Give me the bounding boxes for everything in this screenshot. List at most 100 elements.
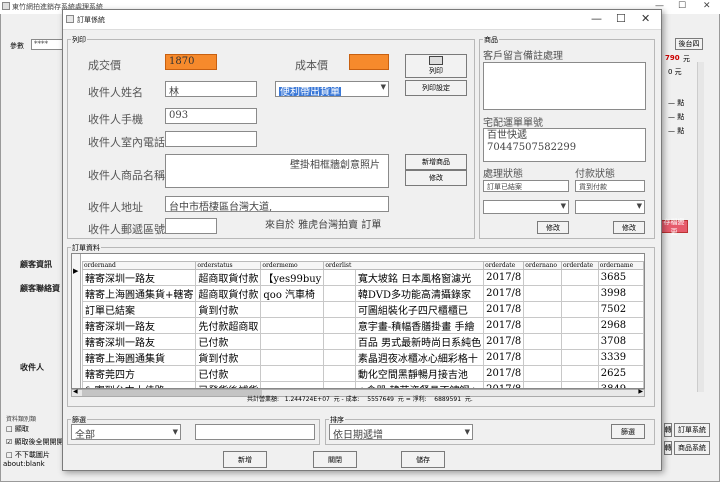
table-cell[interactable]: qoo 汽車椅 [260,285,325,302]
table-cell[interactable] [260,317,325,334]
table-cell[interactable]: 3998 [597,285,644,302]
table-cell[interactable]: 轄寄上海圓通集貨+轄寄 [81,285,197,302]
table-cell[interactable] [323,333,356,350]
print-button[interactable]: 列印 [405,54,467,78]
column-header[interactable]: ordernand [81,261,197,270]
table-cell[interactable]: +食器 韓花瓷餐具不鏽鋼+ [354,381,485,388]
shipping-no-input[interactable]: 百世快遞 70447507582299 [483,128,646,162]
save-button[interactable]: 儲存 [401,451,445,468]
filter-text-input[interactable] [195,424,315,440]
table-cell[interactable] [560,317,599,334]
param-input[interactable]: **** [31,39,63,50]
table-cell[interactable]: 超商取貨付款 [195,269,262,286]
table-cell[interactable]: 超商取貨付款 [195,285,262,302]
table-cell[interactable] [560,301,599,318]
table-cell[interactable]: 2017/8 [483,301,525,318]
table-cell[interactable] [260,365,325,382]
payment-status-select[interactable]: ▼ [575,200,645,214]
scroll-left-icon[interactable]: ◀ [73,388,78,395]
table-cell[interactable]: 百品 男式最新時尚日系純色 [354,333,485,350]
save-changes-button[interactable]: 存檔變更 [660,218,688,236]
table-cell[interactable] [560,285,599,302]
table-cell[interactable]: 可圖組裝化子四尺櫃櫃已 [354,301,485,318]
check-item[interactable]: □ 顯取 [6,424,29,434]
print-settings-button[interactable]: 列印設定 [405,80,467,96]
table-cell[interactable] [523,365,562,382]
table-cell[interactable] [560,333,599,350]
edit-product-button[interactable]: 修改 [405,170,467,186]
table-cell[interactable]: 訂單已結案 [81,301,197,318]
column-header[interactable]: orderlist [323,261,485,270]
table-cell[interactable]: 2017/8 [483,285,525,302]
dialog-minimize-icon[interactable]: — [591,12,602,25]
table-cell[interactable] [523,317,562,334]
table-cell[interactable]: 轄寄上海圓通集貨 [81,349,197,366]
new-product-button[interactable]: 新增商品 [405,154,467,170]
table-cell[interactable] [323,269,356,286]
table-cell[interactable]: 2017/8 [483,365,525,382]
maximize-icon[interactable]: ☐ [678,1,686,11]
table-row[interactable]: 轄寄深圳一路友 先付款超商取 意宇畫-積幅香膳掛畫 手繪 2017/8 2968 [81,317,644,334]
table-cell[interactable] [523,349,562,366]
table-cell[interactable]: 意宇畫-積幅香膳掛畫 手繪 [354,317,485,334]
table-cell[interactable]: 貨到付款 [195,301,262,318]
shipping-method-select[interactable]: 便利帶出貨單 ▼ [275,81,389,97]
table-cell[interactable]: 3339 [597,349,644,366]
table-row[interactable]: 轄寄上海圓通集貨 貨到付款 素晶週夜冰櫃冰心細彩格十 2017/8 3339 [81,349,644,366]
table-row[interactable]: 轄寄深圳一路友 超商取貨付款 【yes99buy 寬大坡銘 日本風格窗濾光 2017/8… [81,269,644,286]
column-header[interactable]: orderdate [560,261,599,270]
table-cell[interactable] [560,269,599,286]
table-row[interactable]: 訂單已結案 貨到付款 可圖組裝化子四尺櫃櫃已 2017/8 7502 [81,301,644,318]
table-cell[interactable]: 3708 [597,333,644,350]
table-cell[interactable]: 先付款超商取 [195,317,262,334]
orders-grid[interactable]: ▶ ordernand orderstatus ordermemo orderl… [71,253,645,389]
table-cell[interactable] [523,269,562,286]
back-office-tab[interactable]: 後台四 [675,38,703,50]
scroll-right-icon[interactable]: ▶ [638,388,643,395]
zipcode-input[interactable] [165,218,217,234]
table-row[interactable]: fa寄到台中大佳路已發貨後補貨 +食器 韓花瓷餐具不鏽鋼+2017/8 3849 [81,381,644,388]
table-cell[interactable] [560,365,599,382]
small-button[interactable]: 轉 [664,423,672,437]
process-status-input[interactable]: 訂單已結案 [483,180,569,192]
order-system-button[interactable]: 訂單系統 [674,423,710,437]
table-cell[interactable]: 2017/8 [483,269,525,286]
edit-status-button[interactable]: 修改 [537,221,569,234]
product-name-input[interactable]: 壁掛相框牆創意照片 [165,154,389,188]
table-cell[interactable]: 素晶週夜冰櫃冰心細彩格十 [354,349,485,366]
table-cell[interactable]: 2017/8 [483,333,525,350]
table-cell[interactable] [323,349,356,366]
close-button[interactable]: 關閉 [313,451,357,468]
scroll-thumb[interactable] [82,390,262,396]
product-system-button[interactable]: 商品系統 [674,441,710,455]
cost-price-input[interactable] [349,54,389,70]
table-cell[interactable]: 2625 [597,365,644,382]
column-header[interactable]: orderdate [483,261,525,270]
table-cell[interactable] [523,333,562,350]
table-cell[interactable]: 7502 [597,301,644,318]
table-cell[interactable] [323,301,356,318]
table-cell[interactable] [523,301,562,318]
table-cell[interactable]: 轄寄深圳一路友 [81,333,197,350]
column-header[interactable]: ordermemo [260,261,325,270]
edit-payment-button[interactable]: 修改 [613,221,645,234]
table-cell[interactable]: 貨到付款 [195,349,262,366]
table-cell[interactable]: 已發貨後補貨 [195,381,262,388]
table-row[interactable]: 轄寄深圳一路友 已付款 百品 男式最新時尚日系純色 2017/8 3708 [81,333,644,350]
column-header[interactable]: orderstatus [195,261,262,270]
dialog-maximize-icon[interactable]: ☐ [616,12,626,25]
table-cell[interactable]: 2017/8 [483,349,525,366]
table-cell[interactable]: 轄寄深圳一路友 [81,317,197,334]
main-scrollbar[interactable] [697,62,704,392]
table-cell[interactable] [560,349,599,366]
payment-status-input[interactable]: 貨到付款 [575,180,645,192]
recipient-tel-input[interactable] [165,131,257,147]
check-item[interactable]: □ 不下載圖片 [6,450,50,460]
table-row[interactable]: 轄寄莞四方 已付款 動化空間黑靜暢月接吉池 2017/8 2625 [81,365,644,382]
table-cell[interactable] [260,349,325,366]
filter-select[interactable]: 全部 ▼ [71,424,181,440]
table-cell[interactable]: 寬大坡銘 日本風格窗濾光 [354,269,485,286]
table-cell[interactable]: 2968 [597,317,644,334]
table-cell[interactable]: 已付款 [195,365,262,382]
dialog-close-icon[interactable]: ✕ [641,12,650,25]
